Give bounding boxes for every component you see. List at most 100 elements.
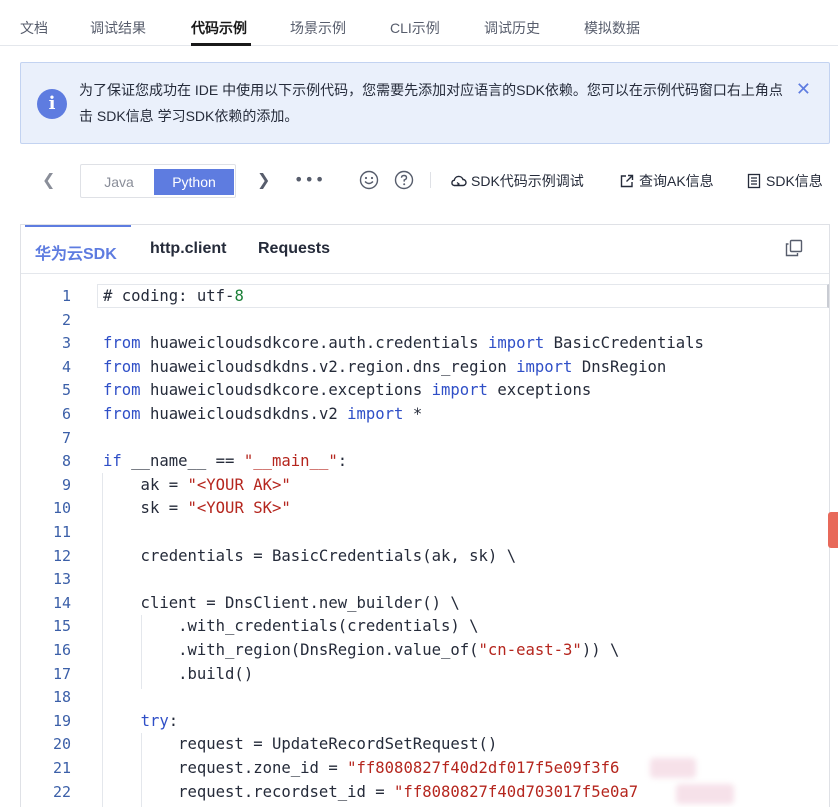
line-number: 18 [52, 688, 71, 707]
code-line: 11 [21, 521, 829, 545]
code-line: 1 # coding: utf-8 [21, 285, 829, 309]
sdk-info-action[interactable]: SDK信息 [746, 171, 823, 191]
line-text: credentials = BasicCredentials(ak, sk) \ [103, 546, 517, 565]
code-line: 7 [21, 427, 829, 451]
code-tab-indicator [25, 225, 131, 227]
code-line: 10 sk = "<YOUR SK>" [21, 497, 829, 521]
line-number: 12 [52, 546, 71, 565]
line-number: 8 [61, 452, 71, 471]
line-number: 16 [52, 641, 71, 659]
code-line: 13 [21, 568, 829, 592]
toolbar-divider [430, 172, 431, 188]
code-tab-bar: 华为云SDK http.client Requests [21, 225, 829, 274]
line-number: 22 [52, 782, 71, 801]
feedback-tab[interactable] [828, 512, 838, 548]
tab-cli-example[interactable]: CLI示例 [390, 18, 440, 38]
tab-code-example[interactable]: 代码示例 [191, 18, 247, 38]
tab-http-client[interactable]: http.client [150, 240, 226, 258]
active-tab-indicator [191, 43, 251, 46]
line-text: .build() [103, 664, 254, 683]
code-line: 18 [21, 686, 829, 710]
code-line: 4 from huaweicloudsdkdns.v2.region.dns_re… [21, 356, 829, 380]
line-text: ak = "<YOUR AK>" [103, 475, 291, 494]
chevron-right-icon[interactable]: ❯ [257, 170, 270, 189]
line-text: if __name__ == "__main__": [103, 452, 348, 471]
line-number: 21 [52, 759, 71, 777]
info-icon: i [37, 89, 67, 119]
code-line: 6 from huaweicloudsdkdns.v2 import * [21, 403, 829, 427]
line-text: # coding: utf-8 [103, 287, 244, 305]
language-switch: Java Python [80, 164, 236, 198]
line-text: try: [140, 711, 179, 730]
close-icon[interactable]: ✕ [796, 79, 811, 100]
line-text: client = DnsClient.new_builder() \ [103, 593, 460, 612]
tab-mock-data[interactable]: 模拟数据 [584, 18, 640, 38]
smile-icon[interactable] [359, 170, 379, 195]
line-number: 3 [61, 334, 71, 353]
code-panel: 华为云SDK http.client Requests 1 # coding: u… [20, 224, 830, 807]
code-line: 21 request.zone_id = "ff8080827f40d2df01… [21, 757, 829, 781]
tab-docs[interactable]: 文档 [20, 18, 48, 38]
line-number: 19 [52, 711, 71, 730]
line-text: .with_credentials(credentials) \ [103, 617, 479, 636]
more-icon[interactable]: ••• [294, 170, 325, 189]
line-text: sk = "<YOUR SK>" [103, 499, 291, 518]
code-line: 2 [21, 309, 829, 333]
line-text: from huaweicloudsdkdns.v2 import * [103, 405, 423, 423]
code-line: 3 from huaweicloudsdkcore.auth.credential… [21, 332, 829, 356]
chevron-left-icon[interactable]: ❮ [42, 170, 55, 189]
line-text: from huaweicloudsdkcore.auth.credentials… [103, 334, 704, 353]
code-line: 17 .build() [21, 663, 829, 687]
line-number: 1 [61, 287, 71, 305]
language-python-button[interactable]: Python [154, 169, 234, 195]
line-text: request = UpdateRecordSetRequest() [103, 735, 498, 754]
tab-scenario-example[interactable]: 场景示例 [290, 18, 346, 38]
line-text: request.recordset_id = "ff8080827f40d703… [103, 782, 639, 801]
line-number: 13 [52, 570, 71, 589]
line-number: 6 [61, 405, 71, 423]
line-text: request.zone_id = "ff8080827f40d2df017f5… [103, 759, 620, 777]
help-icon[interactable] [394, 170, 414, 195]
line-number: 11 [52, 523, 71, 541]
line-text: from huaweicloudsdkdns.v2.region.dns_reg… [103, 357, 667, 376]
line-number: 2 [61, 310, 71, 329]
line-number: 5 [61, 381, 71, 400]
line-number: 20 [52, 735, 71, 754]
tab-huaweicloud-sdk[interactable]: 华为云SDK [35, 240, 117, 264]
tab-debug-result[interactable]: 调试结果 [90, 18, 146, 38]
line-number: 15 [52, 617, 71, 636]
line-text: .with_region(DnsRegion.value_of("cn-east… [103, 641, 620, 659]
tab-debug-history[interactable]: 调试历史 [484, 18, 540, 38]
line-number: 10 [52, 499, 71, 518]
redaction-blur [650, 758, 696, 778]
notice-text: 为了保证您成功在 IDE 中使用以下示例代码，您需要先添加对应语言的SDK依赖。… [79, 82, 783, 124]
copy-icon[interactable] [785, 239, 803, 262]
top-tab-bar: 文档 调试结果 代码示例 场景示例 CLI示例 调试历史 模拟数据 [0, 0, 838, 46]
query-ak-action[interactable]: 查询AK信息 [619, 171, 714, 191]
tab-requests[interactable]: Requests [258, 240, 330, 258]
code-line: 16 .with_region(DnsRegion.value_of("cn-e… [21, 639, 829, 663]
cloud-debug-icon [450, 173, 467, 189]
code-line: 8 if __name__ == "__main__": [21, 450, 829, 474]
line-number: 9 [61, 475, 71, 494]
line-number: 17 [52, 664, 71, 683]
code-line: 19 try: [21, 710, 829, 734]
sdk-info-label: SDK信息 [766, 173, 823, 189]
line-number: 14 [52, 593, 71, 612]
redaction-blur [676, 784, 734, 804]
sdk-dependency-notice: i 为了保证您成功在 IDE 中使用以下示例代码，您需要先添加对应语言的SDK依… [20, 62, 830, 144]
query-ak-label: 查询AK信息 [639, 173, 714, 189]
code-line: 12 credentials = BasicCredentials(ak, sk… [21, 545, 829, 569]
code-line: 9 ak = "<YOUR AK>" [21, 474, 829, 498]
sdk-debug-action[interactable]: SDK代码示例调试 [450, 171, 584, 191]
code-line: 5 from huaweicloudsdkcore.exceptions impo… [21, 379, 829, 403]
external-link-icon [619, 173, 635, 189]
line-number: 4 [61, 357, 71, 376]
line-text: from huaweicloudsdkcore.exceptions impor… [103, 381, 592, 400]
line-number: 7 [61, 428, 71, 447]
code-line: 15 .with_credentials(credentials) \ [21, 615, 829, 639]
language-java-button[interactable]: Java [85, 169, 153, 195]
document-icon [746, 173, 762, 189]
sdk-debug-label: SDK代码示例调试 [471, 173, 584, 189]
code-line: 14 client = DnsClient.new_builder() \ [21, 592, 829, 616]
